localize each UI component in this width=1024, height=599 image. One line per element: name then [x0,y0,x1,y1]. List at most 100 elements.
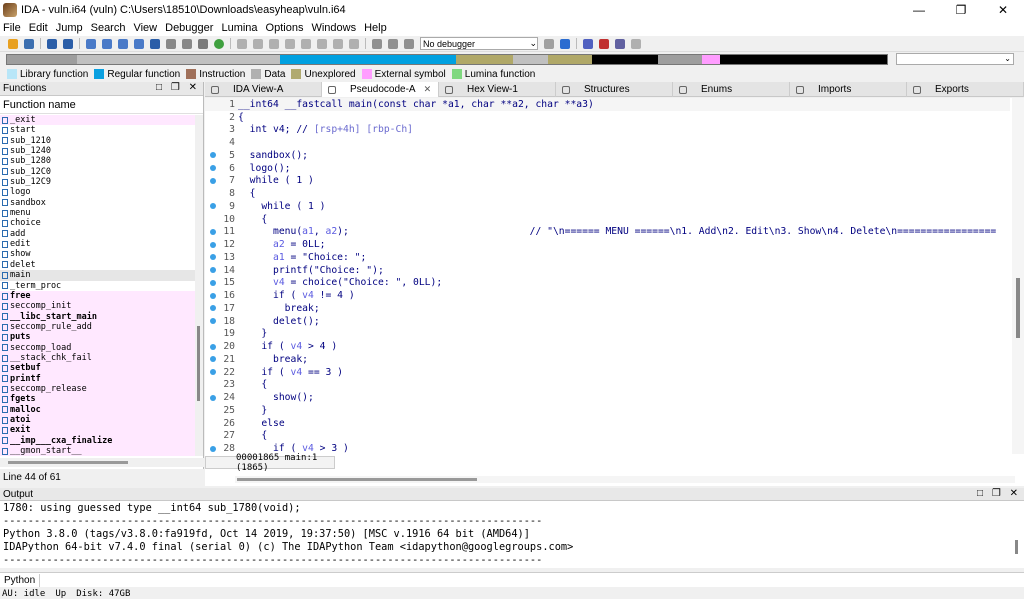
function-list-item[interactable]: sub_1210 [0,136,196,146]
tab-ida-view-a[interactable]: IDA View-A [205,82,322,97]
menu-search[interactable]: Search [91,22,126,34]
pseudocode-vertical-scrollbar[interactable] [1012,98,1024,454]
tab-hex-view-1[interactable]: Hex View-1 [439,82,556,97]
functions-vertical-scrollbar[interactable] [195,115,203,456]
code-line[interactable]: 23 { [205,379,1010,392]
misc-icon[interactable] [631,38,641,49]
code-line[interactable]: 24 show(); [205,391,1010,404]
attach-icon[interactable] [544,38,554,49]
text-icon[interactable] [166,38,176,49]
open-icon[interactable] [8,38,18,49]
code-line[interactable]: 3 int v4; // [rsp+4h] [rbp-Ch] [205,124,1010,137]
function-list-item[interactable]: malloc [0,404,196,415]
navband-segment[interactable] [7,54,78,64]
tracing-icon[interactable] [317,38,327,49]
struct-icon[interactable] [615,38,625,49]
flag-icon[interactable] [599,38,609,49]
maximize-button[interactable]: ❐ [940,0,982,19]
code-line[interactable]: 6 logo(); [205,162,1010,175]
tab-exports[interactable]: Exports [907,82,1024,97]
function-list-item[interactable]: start [0,125,196,135]
function-list-item[interactable]: fgets [0,394,196,405]
code-line[interactable]: 10 { [205,213,1010,226]
code-line[interactable]: 9 while ( 1 ) [205,200,1010,213]
menu-windows[interactable]: Windows [311,22,356,34]
code-line[interactable]: 25 } [205,404,1010,417]
memory-icon[interactable] [333,38,343,49]
step-into-icon[interactable] [253,38,263,49]
function-list-item[interactable]: sub_12C0 [0,167,196,177]
breakpoint-dot-icon[interactable] [210,267,216,274]
back-icon[interactable] [47,38,57,49]
function-list-item[interactable]: logo [0,187,196,197]
code-line[interactable]: 17 break; [205,302,1010,315]
breakpoint-dot-icon[interactable] [210,241,216,248]
code-line[interactable]: 11 menu(a1, a2); // "\n====== MENU =====… [205,226,1010,239]
menu-options[interactable]: Options [266,22,304,34]
function-list-item[interactable]: __stack_chk_fail [0,352,196,364]
menu-help[interactable]: Help [364,22,387,34]
code-line[interactable]: 27 { [205,430,1010,443]
code-line[interactable]: 21 break; [205,353,1010,366]
navband-segment[interactable] [77,54,280,64]
pseudocode-horizontal-scrollbar[interactable] [235,476,1015,483]
function-list-item[interactable]: delet [0,260,196,270]
breakpoint-dot-icon[interactable] [210,356,216,363]
code-line[interactable]: 20 if ( v4 > 4 ) [205,340,1010,353]
breakpoint-gutter[interactable] [205,228,221,235]
save-icon[interactable] [24,38,34,49]
cursor-icon[interactable] [560,38,570,49]
python-button[interactable]: Python [0,573,41,587]
function-list-item[interactable]: free [0,290,196,302]
navband-segment[interactable] [702,54,720,64]
function-list-item[interactable]: exit [0,425,196,436]
navband-segment[interactable] [658,54,703,64]
output-scrollbar-thumb[interactable] [1015,540,1018,554]
navband-segment[interactable] [548,54,593,64]
data-icon[interactable] [118,38,128,49]
tab-pseudocode-a[interactable]: Pseudocode-A ✕ [322,82,439,97]
function-list-item[interactable]: setbuf [0,363,196,374]
breakpoint-dot-icon[interactable] [210,369,216,376]
breakpoint-gutter[interactable] [205,343,221,350]
forward-icon[interactable] [63,38,73,49]
code-icon[interactable] [102,38,112,49]
menu-debugger[interactable]: Debugger [165,22,213,34]
breakpoint-dot-icon[interactable] [210,394,216,401]
function-list-item[interactable]: add [0,229,196,239]
function-list-item[interactable]: seccomp_rule_add [0,321,196,333]
stop-icon[interactable] [404,38,414,49]
breakpoint-gutter[interactable] [205,279,221,286]
function-list-item[interactable]: __libc_start_main [0,311,196,322]
function-list-item[interactable]: main [0,270,196,281]
breakpoint-gutter[interactable] [205,292,221,299]
function-list-item[interactable]: sub_1280 [0,156,196,166]
debugger-select[interactable]: No debugger ⌄ [420,37,538,50]
minimize-button[interactable]: — [898,0,940,19]
breakpoint-gutter[interactable] [205,318,221,325]
run-to-icon[interactable] [285,38,295,49]
cancel-icon[interactable] [349,38,359,49]
function-list-item[interactable]: menu [0,208,196,218]
scrollbar-thumb[interactable] [237,478,477,481]
navband-segment[interactable] [512,54,549,64]
function-list-item[interactable]: choice [0,218,196,228]
scrollbar-thumb[interactable] [8,461,128,464]
breakpoint-dot-icon[interactable] [210,254,216,261]
menu-edit[interactable]: Edit [29,22,48,34]
scrollbar-thumb[interactable] [1016,278,1020,338]
play-icon[interactable] [372,38,382,49]
breakpoint-dot-icon[interactable] [210,152,216,159]
breakpoint-gutter[interactable] [205,165,221,172]
breakpoint-gutter[interactable] [205,305,221,312]
breakpoint-dot-icon[interactable] [210,305,216,312]
code-line[interactable]: 14 printf("Choice: "); [205,264,1010,277]
function-list-item[interactable]: __gmon_start__ [0,446,196,456]
unexplored-icon[interactable] [134,38,144,49]
breakpoint-dot-icon[interactable] [210,177,216,184]
list-icon[interactable] [583,38,593,49]
menu-view[interactable]: View [133,22,157,34]
binary-icon[interactable] [86,38,96,49]
code-line[interactable]: 19 } [205,328,1010,341]
breakpoint-gutter[interactable] [205,152,221,159]
